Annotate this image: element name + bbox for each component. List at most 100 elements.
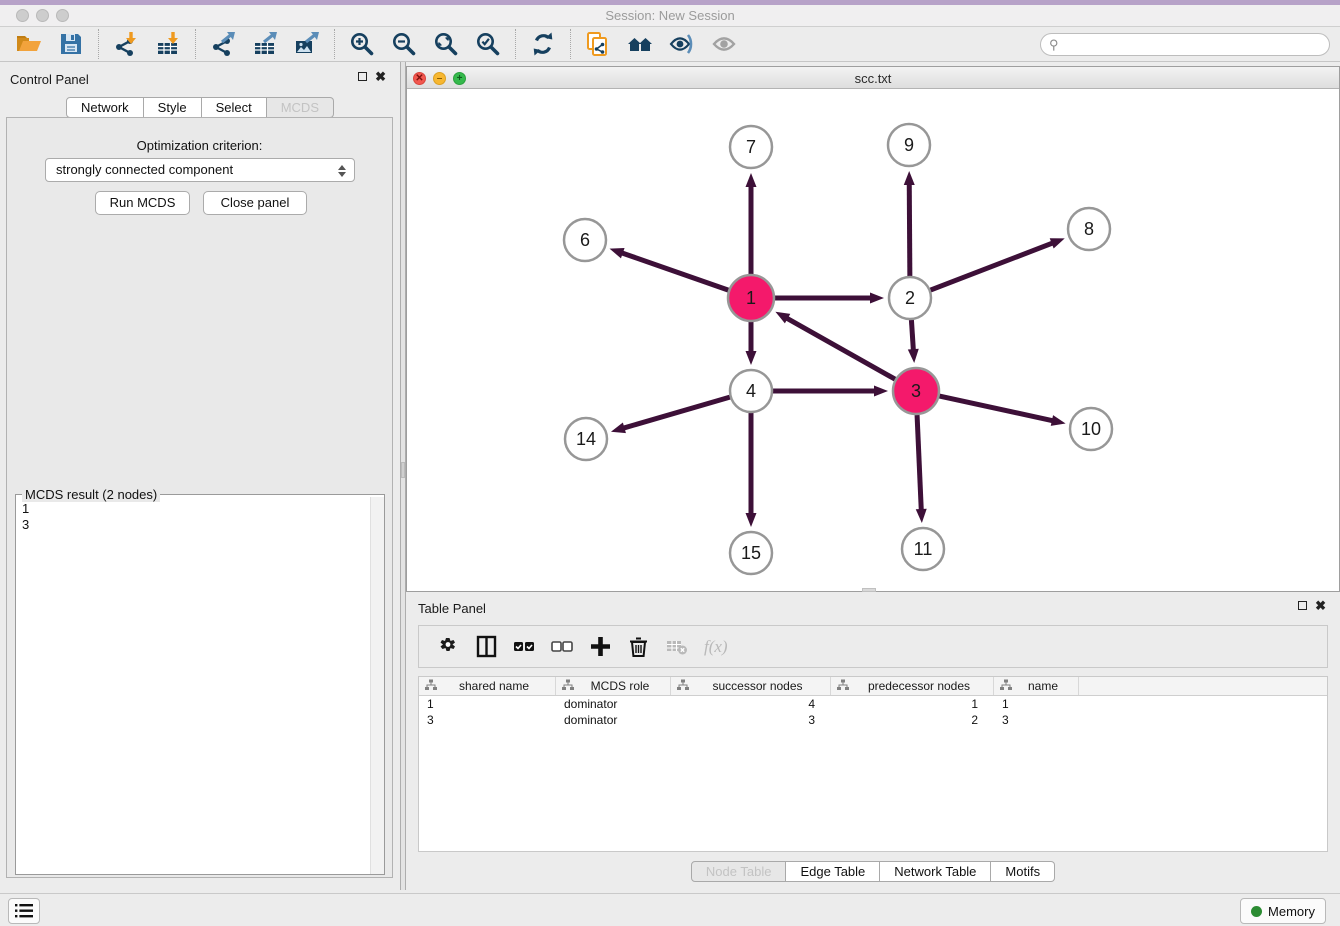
table-row[interactable]: 1dominator411 xyxy=(419,696,1327,712)
tab-edge-table[interactable]: Edge Table xyxy=(786,861,880,882)
node-label-7: 7 xyxy=(746,137,756,157)
column-header-successor-nodes[interactable]: successor nodes xyxy=(671,677,831,695)
column-sort-icon xyxy=(837,679,849,694)
float-panel-icon[interactable] xyxy=(358,72,367,81)
table-settings-icon[interactable] xyxy=(433,632,463,662)
table-panel-title: Table Panel xyxy=(418,601,486,616)
column-header-name[interactable]: name xyxy=(994,677,1079,695)
search-input[interactable] xyxy=(1040,33,1330,56)
export-network-icon[interactable] xyxy=(208,30,238,58)
edge-arrow-icon xyxy=(1050,238,1065,248)
save-session-icon[interactable] xyxy=(56,30,86,58)
edge-1-6[interactable] xyxy=(620,252,728,290)
network-window-titlebar[interactable]: ✕ – + scc.txt xyxy=(407,67,1339,89)
edge-arrow-icon xyxy=(611,423,626,434)
run-mcds-button[interactable]: Run MCDS xyxy=(95,191,190,215)
mcds-result-box: MCDS result (2 nodes) 13 xyxy=(15,494,385,875)
memory-label: Memory xyxy=(1268,904,1315,919)
hide-selected-icon[interactable] xyxy=(667,30,697,58)
table-header-row: shared nameMCDS rolesuccessor nodesprede… xyxy=(419,677,1327,696)
tab-mcds[interactable]: MCDS xyxy=(267,97,334,118)
control-panel-tabs: Network Style Select MCDS xyxy=(0,97,400,118)
export-table-icon[interactable] xyxy=(250,30,280,58)
node-label-11: 11 xyxy=(914,539,933,559)
column-header-shared-name[interactable]: shared name xyxy=(419,677,556,695)
edge-2-9[interactable] xyxy=(909,182,910,276)
zoom-selected-icon[interactable] xyxy=(473,30,503,58)
network-canvas[interactable]: 7968124314101511 xyxy=(407,89,1339,591)
node-table: shared nameMCDS rolesuccessor nodesprede… xyxy=(418,676,1328,852)
tab-select[interactable]: Select xyxy=(202,97,267,118)
node-label-3: 3 xyxy=(911,381,921,401)
svg-text:f(x): f(x) xyxy=(704,637,727,656)
select-all-columns-icon[interactable] xyxy=(509,632,539,662)
zoom-fit-content-icon[interactable] xyxy=(431,30,461,58)
import-table-icon[interactable] xyxy=(153,30,183,58)
table-panel: Table Panel ✖ f(x) shared nameMCDS roles… xyxy=(406,595,1340,890)
mcds-result-item[interactable]: 3 xyxy=(22,517,369,533)
open-session-icon[interactable] xyxy=(14,30,44,58)
cell-successor-nodes[interactable]: 3 xyxy=(671,712,831,728)
column-header-predecessor-nodes[interactable]: predecessor nodes xyxy=(831,677,994,695)
cell-name[interactable]: 3 xyxy=(994,712,1079,728)
edge-3-10[interactable] xyxy=(939,396,1054,421)
node-label-6: 6 xyxy=(580,230,590,250)
close-table-panel-icon[interactable]: ✖ xyxy=(1315,601,1326,610)
network-title: scc.txt xyxy=(407,71,1339,86)
cell-shared-name[interactable]: 3 xyxy=(419,712,556,728)
edge-4-14[interactable] xyxy=(622,397,730,429)
tab-style[interactable]: Style xyxy=(144,97,202,118)
show-all-icon xyxy=(709,30,739,58)
new-network-from-selection-icon[interactable] xyxy=(583,30,613,58)
status-bar: Memory xyxy=(0,893,1340,926)
edge-arrow-icon xyxy=(746,351,757,365)
search-box: ⚲ xyxy=(1040,33,1330,56)
cell-MCDS-role[interactable]: dominator xyxy=(556,696,671,712)
column-layout-icon[interactable] xyxy=(471,632,501,662)
column-header-MCDS-role[interactable]: MCDS role xyxy=(556,677,671,695)
memory-button[interactable]: Memory xyxy=(1240,898,1326,924)
view-resize-handle[interactable] xyxy=(862,588,876,592)
tab-motifs[interactable]: Motifs xyxy=(991,861,1055,882)
task-history-button[interactable] xyxy=(8,898,40,924)
zoom-out-icon[interactable] xyxy=(389,30,419,58)
mcds-result-scrollbar[interactable] xyxy=(370,497,384,874)
cell-shared-name[interactable]: 1 xyxy=(419,696,556,712)
optimization-criterion-label: Optimization criterion: xyxy=(7,138,392,153)
column-sort-icon xyxy=(1000,679,1012,694)
cell-successor-nodes[interactable]: 4 xyxy=(671,696,831,712)
edge-2-3[interactable] xyxy=(911,320,913,352)
close-panel-icon[interactable]: ✖ xyxy=(375,72,386,81)
edge-arrow-icon xyxy=(870,293,884,304)
cell-predecessor-nodes[interactable]: 2 xyxy=(831,712,994,728)
tab-node-table[interactable]: Node Table xyxy=(691,861,787,882)
delete-column-icon[interactable] xyxy=(623,632,653,662)
table-row[interactable]: 3dominator323 xyxy=(419,712,1327,728)
cell-predecessor-nodes[interactable]: 1 xyxy=(831,696,994,712)
edge-3-11[interactable] xyxy=(917,415,921,512)
toolbar-separator xyxy=(98,29,99,59)
close-panel-button[interactable]: Close panel xyxy=(203,191,307,215)
cell-MCDS-role[interactable]: dominator xyxy=(556,712,671,728)
mcds-result-list[interactable]: 13 xyxy=(16,497,369,874)
mcds-result-item[interactable]: 1 xyxy=(22,501,369,517)
add-column-icon[interactable] xyxy=(585,632,615,662)
import-network-icon[interactable] xyxy=(111,30,141,58)
column-sort-icon xyxy=(562,679,574,694)
criterion-select[interactable]: strongly connected component xyxy=(45,158,355,182)
unselect-all-columns-icon[interactable] xyxy=(547,632,577,662)
zoom-in-icon[interactable] xyxy=(347,30,377,58)
edge-2-8[interactable] xyxy=(931,242,1055,290)
control-panel: Control Panel ✖ Network Style Select MCD… xyxy=(0,62,400,890)
title-bar-accent xyxy=(0,0,1340,5)
mcds-panel: Optimization criterion: strongly connect… xyxy=(6,117,393,878)
network-graph[interactable]: 7968124314101511 xyxy=(407,89,1339,591)
float-table-panel-icon[interactable] xyxy=(1298,601,1307,610)
tab-network[interactable]: Network xyxy=(66,97,144,118)
export-image-icon[interactable] xyxy=(292,30,322,58)
first-neighbors-icon[interactable] xyxy=(625,30,655,58)
edge-3-1[interactable] xyxy=(785,317,895,379)
cell-name[interactable]: 1 xyxy=(994,696,1079,712)
refresh-view-icon[interactable] xyxy=(528,30,558,58)
tab-network-table[interactable]: Network Table xyxy=(880,861,991,882)
